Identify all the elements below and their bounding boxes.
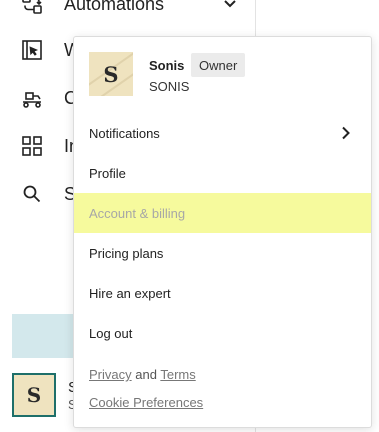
menu-item-profile[interactable]: Profile [74, 153, 371, 193]
legal-links: Privacy and Terms [89, 367, 196, 382]
menu-item-label: Log out [89, 325, 133, 341]
menu-item-label: Account & billing [89, 205, 186, 221]
search-icon [20, 182, 44, 206]
menu-item-account-billing[interactable]: Account & billing [74, 193, 371, 233]
cursor-window-icon [20, 38, 44, 62]
menu-item-label: Notifications [89, 125, 160, 141]
account-menu-header: S Sonis Owner SONIS [74, 37, 371, 113]
avatar-letter: S [103, 61, 119, 87]
menu-item-label: Pricing plans [89, 245, 164, 261]
role-badge: Owner [191, 53, 246, 77]
sidebar-item-label: Automations [64, 0, 165, 14]
user-name: Sonis [149, 58, 185, 73]
menu-item-label: Profile [89, 165, 126, 181]
app-stage: Automations W [0, 0, 379, 432]
automation-icon [20, 0, 44, 16]
menu-item-label: Hire an expert [89, 285, 171, 301]
menu-item-notifications[interactable]: Notifications [74, 113, 371, 153]
cookie-preferences-line: Cookie Preferences [89, 395, 203, 410]
menu-item-hire-expert[interactable]: Hire an expert [74, 273, 371, 313]
chevron-down-icon[interactable] [220, 0, 240, 14]
conveyor-icon [20, 86, 44, 110]
privacy-link[interactable]: Privacy [89, 367, 132, 382]
sidebar-item-automations[interactable]: Automations [0, 0, 256, 28]
menu-item-log-out[interactable]: Log out [74, 313, 371, 353]
chevron-right-icon [339, 126, 353, 140]
menu-item-pricing-plans[interactable]: Pricing plans [74, 233, 371, 273]
cookie-preferences-link[interactable]: Cookie Preferences [89, 395, 203, 410]
avatar: S [89, 52, 133, 96]
terms-link[interactable]: Terms [160, 367, 195, 382]
account-menu: S Sonis Owner SONIS Notifications Profil… [73, 36, 372, 428]
legal-and-text: and [135, 367, 157, 382]
organization-name: SONIS [149, 79, 190, 94]
grid-icon [20, 134, 44, 158]
avatar[interactable]: S [12, 373, 56, 417]
